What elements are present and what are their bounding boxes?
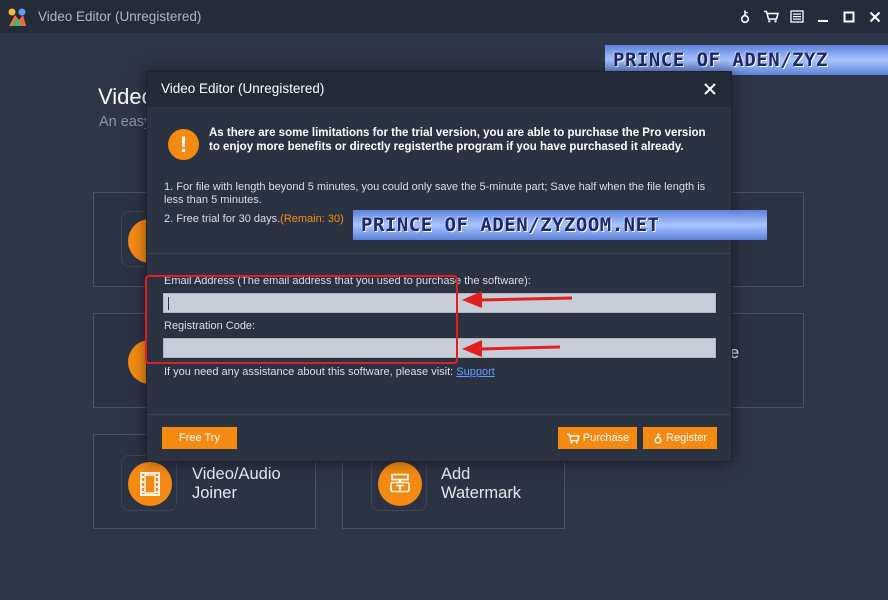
dialog-close-icon[interactable] — [699, 78, 721, 100]
background-subtitle: An easy — [99, 114, 152, 130]
tile-label-line2: Watermark — [441, 484, 522, 502]
register-label: Register — [666, 432, 707, 444]
purchase-button[interactable]: Purchase — [558, 427, 637, 449]
support-link[interactable]: Support — [456, 366, 495, 378]
free-try-label: Free Try — [179, 432, 220, 444]
divider — [147, 253, 731, 254]
purchase-label: Purchase — [582, 432, 630, 444]
key-icon[interactable] — [732, 0, 758, 33]
key-icon — [654, 432, 662, 444]
close-icon[interactable] — [862, 0, 888, 33]
film-strip-icon — [128, 462, 172, 506]
tile-label-line1: Video/Audio — [192, 465, 281, 483]
registration-dialog: Video Editor (Unregistered) ! As there a… — [146, 71, 732, 462]
help-message: If you need any assistance about this so… — [164, 366, 454, 378]
note-1: 1. For file with length beyond 5 minutes… — [164, 181, 706, 206]
annotation-arrow-code — [462, 340, 561, 357]
remain-days: (Remain: 30) — [280, 213, 344, 225]
watermark-icon — [378, 462, 422, 506]
dialog-header: Video Editor (Unregistered) — [147, 72, 731, 107]
watermark-banner-middle: PRINCE OF ADEN/ZYZOOM.NET — [353, 210, 767, 240]
maximize-icon[interactable] — [836, 0, 862, 33]
help-text: If you need any assistance about this so… — [164, 366, 495, 378]
menu-icon[interactable] — [784, 0, 810, 33]
title-bar: Video Editor (Unregistered) — [0, 0, 888, 33]
cart-icon — [566, 433, 580, 444]
annotation-highlight-box — [145, 275, 458, 364]
app-logo-icon — [8, 8, 26, 26]
annotation-arrow-email — [462, 291, 573, 308]
window-title: Video Editor (Unregistered) — [38, 9, 202, 24]
free-try-button[interactable]: Free Try — [162, 427, 237, 449]
warning-icon: ! — [168, 129, 199, 160]
tile-label-line1: Add — [441, 465, 471, 483]
warning-message: As there are some limitations for the tr… — [209, 127, 706, 153]
dialog-title: Video Editor (Unregistered) — [161, 81, 325, 96]
divider — [147, 414, 731, 415]
note-2-text: 2. Free trial for 30 days. — [164, 213, 281, 225]
cart-icon[interactable] — [758, 0, 784, 33]
tile-label-line2: Joiner — [192, 484, 237, 502]
register-button[interactable]: Register — [643, 427, 717, 449]
minimize-icon[interactable] — [810, 0, 836, 33]
